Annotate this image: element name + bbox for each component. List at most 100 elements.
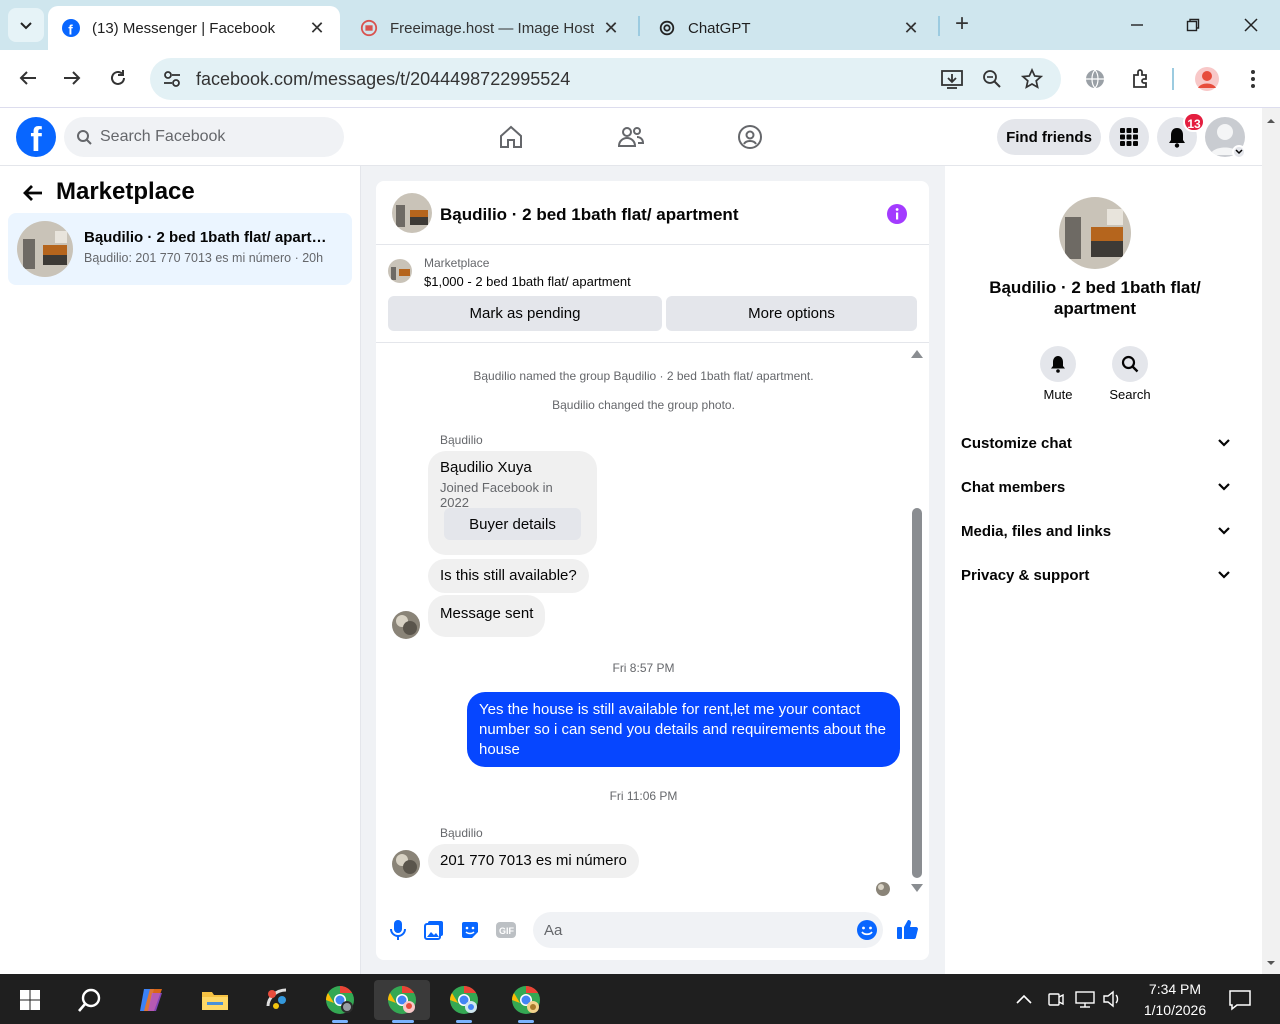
message-bubble[interactable]: Is this still available? [428, 559, 589, 593]
volume-icon[interactable] [1102, 989, 1124, 1009]
mute-button[interactable] [1040, 346, 1076, 382]
sticker-button[interactable] [458, 918, 482, 942]
notification-center-button[interactable] [1228, 988, 1252, 1012]
message-bubble[interactable]: Message sent [428, 595, 546, 637]
tab-messenger[interactable]: f (13) Messenger | Facebook ✕ [48, 6, 340, 50]
start-button[interactable] [10, 980, 50, 1020]
chrome-app-4[interactable] [506, 980, 546, 1020]
account-dropdown-icon[interactable] [1232, 145, 1246, 159]
attach-photo-button[interactable] [422, 918, 446, 942]
scroll-up-icon[interactable] [911, 349, 923, 359]
app-active-indicator [392, 1020, 414, 1023]
bell-icon [1169, 128, 1185, 148]
page-scrollbar[interactable] [1262, 108, 1280, 974]
more-options-button[interactable]: More options [666, 296, 917, 331]
file-explorer-app[interactable] [195, 980, 235, 1020]
sidebar-title: Marketplace [56, 178, 195, 205]
info-icon[interactable] [886, 203, 908, 225]
find-friends-button[interactable]: Find friends [997, 119, 1101, 155]
home-nav[interactable] [496, 122, 526, 152]
facebook-logo-icon[interactable]: f [16, 117, 56, 157]
groups-nav[interactable] [735, 122, 765, 152]
network-icon[interactable] [1074, 989, 1096, 1009]
close-tab-icon[interactable]: ✕ [602, 18, 620, 39]
tab-search-button[interactable] [8, 8, 44, 42]
chrome-icon [326, 986, 354, 1014]
chat-group-photo[interactable] [392, 193, 432, 233]
extensions-icon[interactable] [1128, 66, 1154, 92]
restore-button[interactable] [1180, 12, 1206, 38]
zoom-icon[interactable] [979, 66, 1005, 92]
section-label: Customize chat [961, 434, 1072, 452]
friends-nav[interactable] [616, 122, 646, 152]
emoji-icon[interactable] [856, 919, 878, 941]
tab-freeimage[interactable]: Freeimage.host — Image Hosting ✕ [346, 6, 634, 50]
site-settings-icon[interactable] [162, 69, 182, 89]
mute-label: Mute [1043, 387, 1073, 402]
menu-button[interactable] [1109, 117, 1149, 157]
close-window-button[interactable] [1238, 12, 1264, 38]
gif-button[interactable]: GIF [494, 918, 518, 942]
system-clock[interactable]: 7:34 PM 1/10/2026 [1140, 979, 1210, 1021]
chrome-app-3[interactable] [444, 980, 484, 1020]
chat-scrollbar[interactable] [912, 508, 922, 878]
new-tab-button[interactable]: + [948, 10, 976, 38]
show-hidden-icons-button[interactable] [1014, 990, 1034, 1010]
tab-separator [938, 16, 940, 36]
chat-title[interactable]: Bąudilio · 2 bed 1bath flat/ apartment [440, 205, 738, 225]
chat-bubble-icon [1229, 990, 1251, 1011]
taskbar-search-button[interactable] [70, 980, 110, 1020]
marketplace-label: Marketplace [424, 256, 490, 270]
section-chat-members[interactable]: Chat members [961, 475, 1231, 499]
chrome-app-1[interactable] [320, 980, 360, 1020]
listing-thumbnail [17, 221, 73, 277]
section-media-files-links[interactable]: Media, files and links [961, 519, 1231, 543]
search-input[interactable] [100, 128, 320, 146]
install-app-icon[interactable] [939, 66, 965, 92]
close-tab-icon[interactable]: ✕ [902, 18, 920, 39]
my-message-bubble[interactable]: Yes the house is still available for ren… [467, 692, 900, 767]
browser-menu-icon[interactable] [1240, 66, 1266, 92]
section-label: Chat members [961, 478, 1066, 496]
meet-now-icon[interactable] [1046, 989, 1066, 1009]
close-tab-icon[interactable]: ✕ [308, 18, 326, 39]
windows-logo-icon [20, 990, 40, 1010]
paint-app[interactable] [258, 980, 298, 1020]
address-bar[interactable]: facebook.com/messages/t/2044498722995524 [150, 58, 1061, 100]
panel-title: Bąudilio · 2 bed 1bath flat/ apartment [989, 278, 1201, 318]
message-bubble[interactable]: 201 770 7013 es mi número [428, 844, 639, 878]
section-customize-chat[interactable]: Customize chat [961, 431, 1231, 455]
mark-pending-button[interactable]: Mark as pending [388, 296, 662, 331]
section-privacy-support[interactable]: Privacy & support [961, 563, 1231, 587]
chrome-icon [388, 986, 416, 1014]
chatgpt-icon [659, 20, 675, 36]
back-button[interactable] [12, 62, 44, 94]
chevron-down-icon [1218, 527, 1230, 535]
sender-avatar[interactable] [392, 611, 420, 639]
message-input[interactable] [544, 921, 844, 939]
search-conversation-button[interactable] [1112, 346, 1148, 382]
forward-button[interactable] [56, 62, 88, 94]
buyer-details-button[interactable]: Buyer details [444, 508, 581, 540]
voice-clip-button[interactable] [386, 918, 410, 942]
tab-chatgpt[interactable]: ChatGPT ✕ [644, 6, 934, 50]
copilot-app[interactable] [132, 980, 172, 1020]
chevron-down-icon [20, 22, 32, 30]
like-button[interactable] [895, 917, 919, 941]
listing-price-title[interactable]: $1,000 - 2 bed 1bath flat/ apartment [424, 274, 631, 289]
sender-avatar[interactable] [392, 850, 420, 878]
minimize-button[interactable] [1124, 12, 1150, 38]
profile-icon[interactable] [1194, 66, 1220, 92]
reload-button[interactable] [102, 62, 134, 94]
chrome-app-2[interactable] [374, 980, 430, 1020]
scroll-down-icon[interactable] [911, 883, 923, 893]
group-photo[interactable] [1059, 197, 1131, 269]
facebook-search[interactable] [64, 117, 344, 157]
bookmark-star-icon[interactable] [1019, 66, 1045, 92]
back-arrow-icon[interactable] [20, 180, 46, 206]
globe-extension-icon[interactable] [1082, 66, 1108, 92]
reload-icon [111, 70, 125, 85]
message-composer[interactable] [533, 912, 883, 948]
system-message: Bąudilio changed the group photo. [552, 398, 735, 412]
thumbs-up-icon [897, 920, 918, 939]
